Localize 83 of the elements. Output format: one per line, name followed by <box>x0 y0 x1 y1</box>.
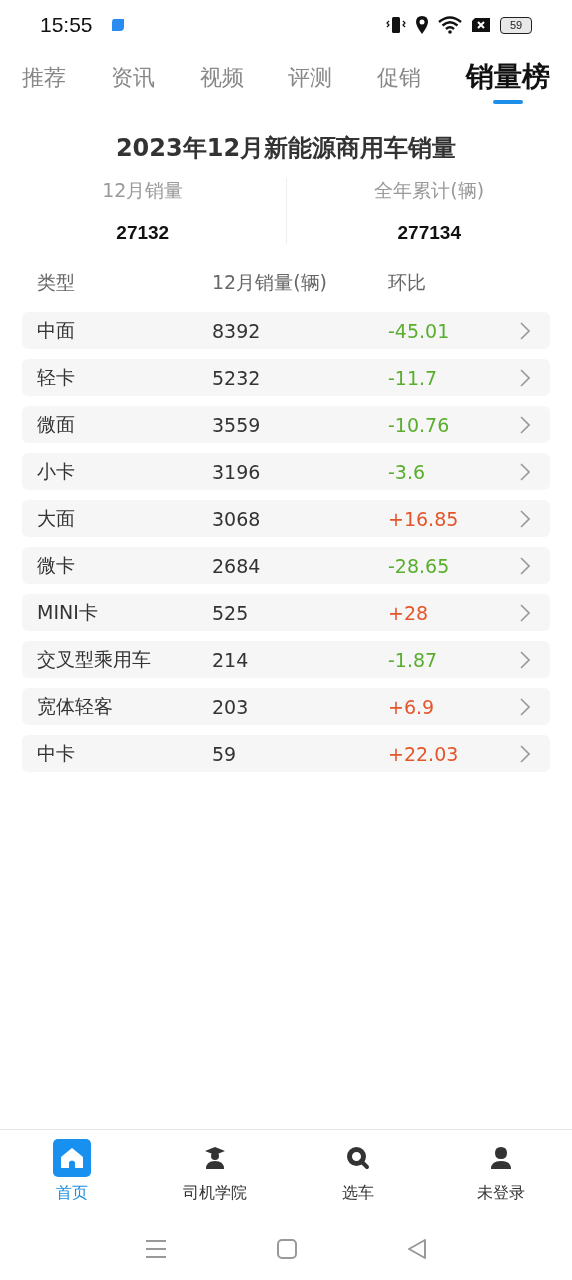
graduate-icon <box>203 1146 226 1170</box>
sales-cell-text: 3068 <box>212 507 262 530</box>
page-title: 2023年12月新能源商用车销量 <box>114 133 458 164</box>
chevron-right-icon <box>520 368 530 387</box>
category-tab[interactable]: 促销 <box>377 63 422 93</box>
status-time: 15:55 <box>40 13 93 37</box>
stat-label: 全年累计(辆) <box>374 178 485 203</box>
sales-row[interactable]: MINI卡 525 +28 <box>22 594 550 631</box>
type-cell-text: 大面 <box>37 505 76 531</box>
back-icon[interactable] <box>407 1239 427 1259</box>
nav-label[interactable]: 司机学院 <box>182 1183 247 1204</box>
location-icon <box>415 15 429 35</box>
user-icon <box>489 1146 512 1170</box>
category-tab[interactable]: 推荐 <box>22 63 66 93</box>
chevron-right-icon <box>520 321 530 340</box>
change-cell-text: -28.65 <box>388 554 451 577</box>
type-cell-text: 轻卡 <box>37 364 76 390</box>
sales-row[interactable]: 宽体轻客 203 +6.9 <box>22 688 550 725</box>
change-cell-text: +22.03 <box>388 742 460 765</box>
type-cell-text: 微面 <box>37 411 76 437</box>
column-header: 12月销量(辆) <box>212 270 328 295</box>
sales-row[interactable]: 微面 3559 -10.76 <box>22 406 550 443</box>
stat-value: 277134 <box>397 222 461 244</box>
column-header: 类型 <box>37 270 76 295</box>
change-cell-text: -11.7 <box>388 366 439 389</box>
sales-row[interactable]: 交叉型乘用车 214 -1.87 <box>22 641 550 678</box>
nav-label[interactable]: 选车 <box>341 1183 374 1204</box>
sales-cell-text: 3196 <box>212 460 262 483</box>
chevron-right-icon <box>520 415 530 434</box>
sales-cell-text: 525 <box>212 601 250 624</box>
nav-label[interactable]: 未登录 <box>476 1183 525 1204</box>
vibrate-icon <box>386 15 406 35</box>
sales-row[interactable]: 中面 8392 -45.01 <box>22 312 550 349</box>
column-header: 环比 <box>388 270 427 295</box>
sales-row[interactable]: 小卡 3196 -3.6 <box>22 453 550 490</box>
chevron-right-icon <box>520 603 530 622</box>
home-square-icon[interactable] <box>277 1239 297 1259</box>
no-sim-icon <box>471 17 491 33</box>
menu-icon[interactable] <box>145 1239 167 1259</box>
search-icon <box>345 1146 370 1170</box>
sales-cell-text: 8392 <box>212 319 262 342</box>
sales-cell-text: 3559 <box>212 413 262 436</box>
sales-cell-text: 2684 <box>212 554 262 577</box>
sales-row[interactable]: 轻卡 5232 -11.7 <box>22 359 550 396</box>
chevron-right-icon <box>520 556 530 575</box>
sales-row[interactable]: 中卡 59 +22.03 <box>22 735 550 772</box>
chevron-right-icon <box>520 650 530 669</box>
wifi-icon <box>438 16 462 34</box>
chevron-right-icon <box>520 462 530 481</box>
type-cell-text: 微卡 <box>37 552 76 578</box>
category-tab[interactable]: 销量榜 <box>466 58 550 104</box>
sales-cell-text: 203 <box>212 695 250 718</box>
sales-cell-text: 59 <box>212 742 238 765</box>
change-cell-text: -1.87 <box>388 648 439 671</box>
sales-row[interactable]: 微卡 2684 -28.65 <box>22 547 550 584</box>
stat-value: 27132 <box>116 222 170 244</box>
change-cell-text: +28 <box>388 601 430 624</box>
nav-label[interactable]: 首页 <box>55 1183 88 1204</box>
category-tab[interactable]: 资讯 <box>110 63 155 93</box>
sales-row[interactable]: 大面 3068 +16.85 <box>22 500 550 537</box>
sales-cell-text: 5232 <box>212 366 262 389</box>
change-cell-text: +16.85 <box>388 507 460 530</box>
active-tab-underline <box>493 100 523 104</box>
type-cell-text: 宽体轻客 <box>37 693 114 719</box>
change-cell-text: +6.9 <box>388 695 436 718</box>
chevron-right-icon <box>520 509 530 528</box>
type-cell-text: MINI卡 <box>37 599 99 625</box>
type-cell-text: 小卡 <box>37 458 76 484</box>
change-cell-text: -10.76 <box>388 413 451 436</box>
sales-cell-text: 214 <box>212 648 250 671</box>
category-tab[interactable]: 评测 <box>288 63 333 93</box>
battery-indicator: 59 <box>500 16 532 34</box>
type-cell-text: 中面 <box>37 317 76 343</box>
chevron-right-icon <box>520 744 530 763</box>
change-cell-text: -3.6 <box>388 460 427 483</box>
stat-label: 12月销量 <box>102 178 184 203</box>
chevron-right-icon <box>520 697 530 716</box>
change-cell-text: -45.01 <box>388 319 451 342</box>
category-tab[interactable]: 视频 <box>199 63 244 93</box>
type-cell-text: 中卡 <box>37 740 76 766</box>
type-cell-text: 交叉型乘用车 <box>37 646 152 672</box>
home-icon <box>59 1147 84 1169</box>
app-notification-icon <box>110 18 125 32</box>
